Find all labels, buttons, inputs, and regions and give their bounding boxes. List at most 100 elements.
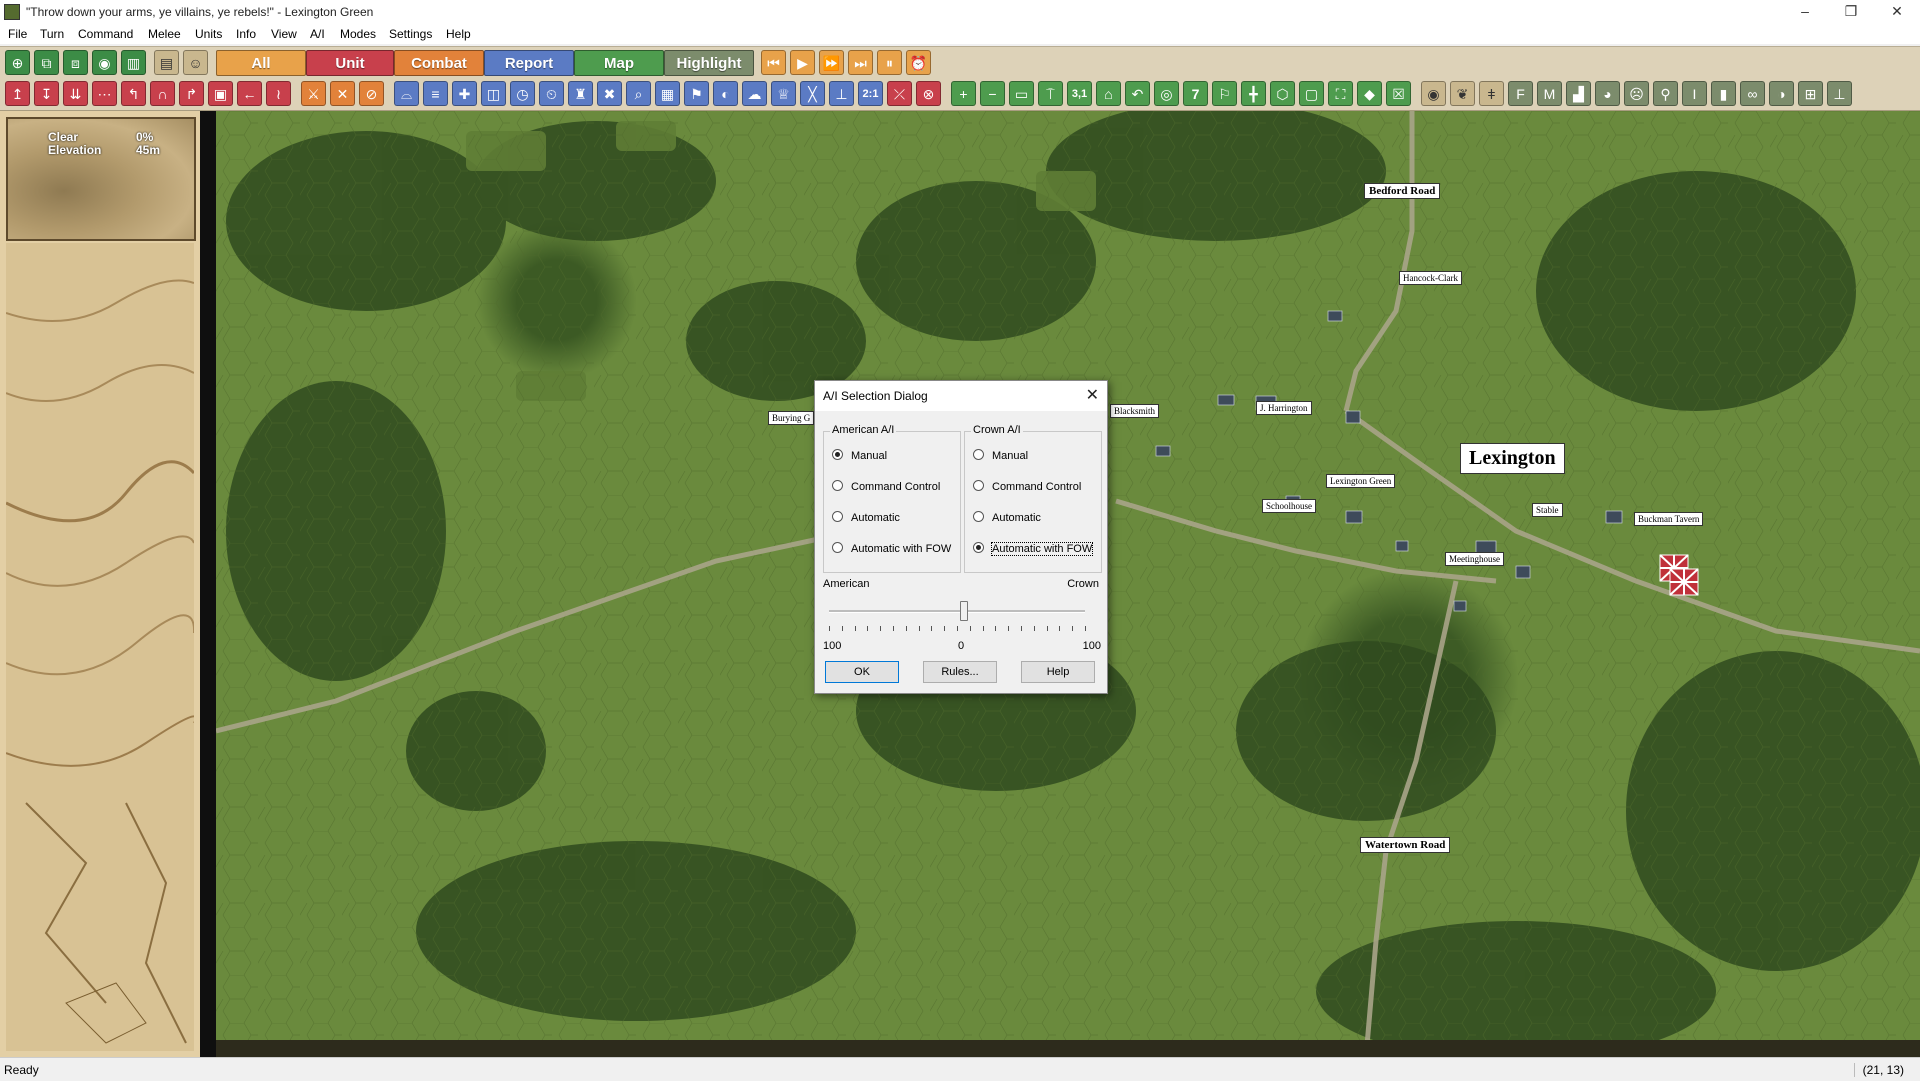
turn-right-icon[interactable]: ↱ [179, 81, 204, 106]
american-manual-radio[interactable]: Manual [832, 449, 887, 462]
x-icon[interactable]: ✖ [597, 81, 622, 106]
collapse-icon[interactable]: ⧈ [63, 50, 88, 75]
soldier-icon[interactable]: ♜ [568, 81, 593, 106]
turn-left-icon[interactable]: ↰ [121, 81, 146, 106]
menu-modes[interactable]: Modes [340, 27, 376, 41]
coin-icon[interactable]: ◉ [1421, 81, 1446, 106]
no-melee-icon[interactable]: ⊗ [916, 81, 941, 106]
menu-settings[interactable]: Settings [389, 27, 432, 41]
dialog-close-icon[interactable]: ✕ [1086, 385, 1099, 405]
alarm-icon[interactable]: ⏲ [539, 81, 564, 106]
magnet-icon[interactable]: ∩ [150, 81, 175, 106]
bars-icon[interactable]: ▮ [1711, 81, 1736, 106]
view-number-button[interactable]: 3,1 [1067, 81, 1092, 106]
m-icon[interactable]: M [1537, 81, 1562, 106]
cross-icon[interactable]: ✕ [330, 81, 355, 106]
menu-command[interactable]: Command [78, 27, 133, 41]
pause-icon[interactable]: ⏸ [877, 50, 902, 75]
alarm-clock-icon[interactable]: ⏰ [906, 50, 931, 75]
ribbon-icon[interactable]: ❦ [1450, 81, 1475, 106]
arrow-up-icon[interactable]: ↥ [5, 81, 30, 106]
torch-icon[interactable]: ǂ [1479, 81, 1504, 106]
mode-combat-button[interactable]: Combat [394, 50, 484, 76]
no-swords-icon[interactable]: ⤫ [887, 81, 912, 106]
seven-button[interactable]: 7 [1183, 81, 1208, 106]
plus-icon[interactable]: ╋ [1241, 81, 1266, 106]
rewind-icon[interactable]: ⏮ [761, 50, 786, 75]
restore-button[interactable]: ❐ [1828, 0, 1874, 24]
cloud-icon[interactable]: ☁ [742, 81, 767, 106]
dots-icon[interactable]: ⋯ [92, 81, 117, 106]
crown-manual-radio[interactable]: Manual [973, 449, 1028, 462]
terrain-icon[interactable]: ⌂ [1096, 81, 1121, 106]
mode-highlight-button[interactable]: Highlight [664, 50, 754, 76]
person-card-icon[interactable]: ☺ [183, 50, 208, 75]
box-icon[interactable]: ▣ [208, 81, 233, 106]
menu-file[interactable]: File [8, 27, 27, 41]
american-automatic-fow-radio[interactable]: Automatic with FOW [832, 542, 951, 555]
menu-melee[interactable]: Melee [148, 27, 181, 41]
zoom-out-icon[interactable]: − [980, 81, 1005, 106]
box-x-icon[interactable]: ☒ [1386, 81, 1411, 106]
contrast-icon[interactable]: ◑ [1769, 81, 1794, 106]
arrow-down-icon[interactable]: ↧ [34, 81, 59, 106]
fullscreen-icon[interactable]: ⛶ [1328, 81, 1353, 106]
close-window-button[interactable]: ✕ [1874, 0, 1920, 24]
menu-turn[interactable]: Turn [40, 27, 64, 41]
signpost-icon[interactable]: ⍑ [1038, 81, 1063, 106]
clock-icon[interactable]: ◷ [510, 81, 535, 106]
walk-icon[interactable]: ⚲ [1653, 81, 1678, 106]
expand-icon[interactable]: ⧉ [34, 50, 59, 75]
minimize-button[interactable]: – [1782, 0, 1828, 24]
i-icon[interactable]: I [1682, 81, 1707, 106]
skip-forward-icon[interactable]: ⏭ [848, 50, 873, 75]
curve-icon[interactable]: ↶ [1125, 81, 1150, 106]
american-command-control-radio[interactable]: Command Control [832, 480, 940, 493]
crown-command-control-radio[interactable]: Command Control [973, 480, 1081, 493]
ai-balance-slider-track[interactable] [829, 610, 1085, 613]
mode-report-button[interactable]: Report [484, 50, 574, 76]
hierarchy-icon[interactable]: ⊥ [1827, 81, 1852, 106]
mode-all-button[interactable]: All [216, 50, 306, 76]
target-icon[interactable]: ⊕ [5, 50, 30, 75]
crown-automatic-fow-radio[interactable]: Automatic with FOW [973, 542, 1094, 556]
help-button[interactable]: Help [1021, 661, 1095, 683]
swords-icon[interactable]: ╳ [800, 81, 825, 106]
american-automatic-radio[interactable]: Automatic [832, 511, 900, 524]
fast-forward-icon[interactable]: ⏩ [819, 50, 844, 75]
play-icon[interactable]: ▶ [790, 50, 815, 75]
cannon-icon[interactable]: ⊥ [829, 81, 854, 106]
split-icon[interactable]: ⇊ [63, 81, 88, 106]
circle-dot-icon[interactable]: ◎ [1154, 81, 1179, 106]
filter-icon[interactable]: ≡ [423, 81, 448, 106]
clipboard-icon[interactable]: ▦ [655, 81, 680, 106]
menu-info[interactable]: Info [236, 27, 256, 41]
odds-ratio-button[interactable]: 2:1 [858, 81, 883, 106]
half-circle-icon[interactable]: ◐ [713, 81, 738, 106]
panel-divider[interactable] [200, 111, 216, 1057]
magnifier-icon[interactable]: ⌕ [626, 81, 651, 106]
flag-green-icon[interactable]: ⚐ [1212, 81, 1237, 106]
eye-icon[interactable]: ◉ [92, 50, 117, 75]
hat-icon[interactable]: ⌓ [394, 81, 419, 106]
screen-icon[interactable]: ▢ [1299, 81, 1324, 106]
menu-ai[interactable]: A/I [310, 27, 325, 41]
menu-view[interactable]: View [271, 27, 297, 41]
flag-icon[interactable]: ⚑ [684, 81, 709, 106]
monitor-icon[interactable]: ▭ [1009, 81, 1034, 106]
face-icon[interactable]: ☹ [1624, 81, 1649, 106]
pie-icon[interactable]: ◕ [1595, 81, 1620, 106]
open-book-icon[interactable]: ◫ [481, 81, 506, 106]
overview-minimap[interactable] [6, 243, 194, 1051]
menu-units[interactable]: Units [195, 27, 222, 41]
cancel-icon[interactable]: ⊘ [359, 81, 384, 106]
ok-button[interactable]: OK [825, 661, 899, 683]
book-icon[interactable]: ▥ [121, 50, 146, 75]
layers-icon[interactable]: ◆ [1357, 81, 1382, 106]
hexagon-icon[interactable]: ⬡ [1270, 81, 1295, 106]
dialog-titlebar[interactable]: A/I Selection Dialog ✕ [815, 381, 1107, 411]
crossed-swords-icon[interactable]: ⚔ [301, 81, 326, 106]
mode-map-button[interactable]: Map [574, 50, 664, 76]
menu-help[interactable]: Help [446, 27, 471, 41]
rules-button[interactable]: Rules... [923, 661, 997, 683]
